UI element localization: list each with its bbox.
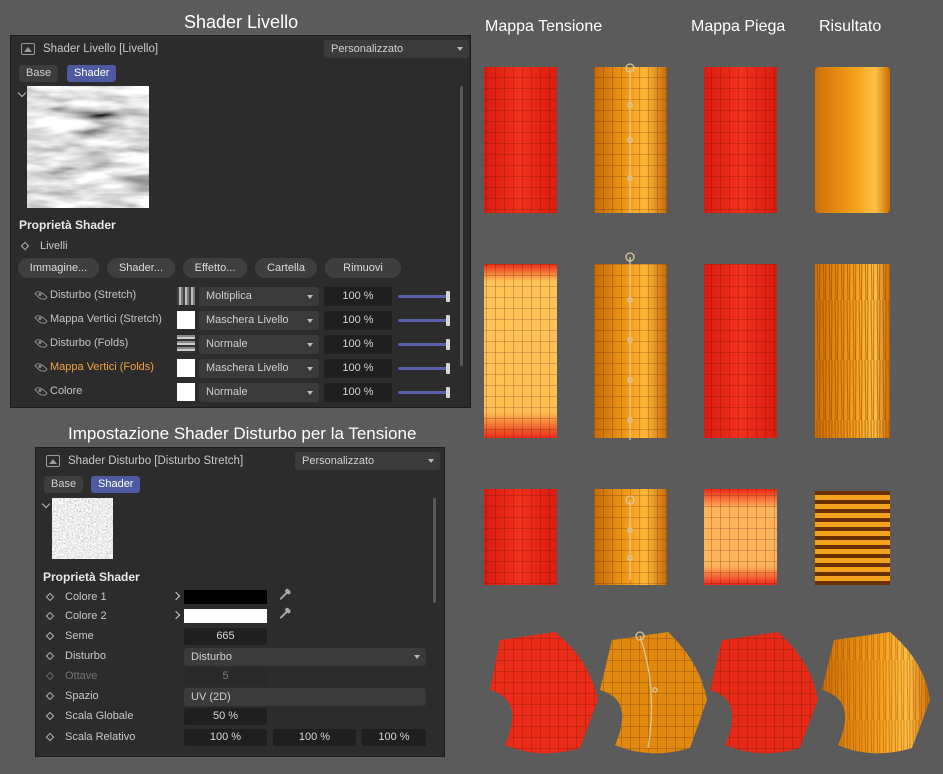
- illustration-grid: [484, 63, 930, 754]
